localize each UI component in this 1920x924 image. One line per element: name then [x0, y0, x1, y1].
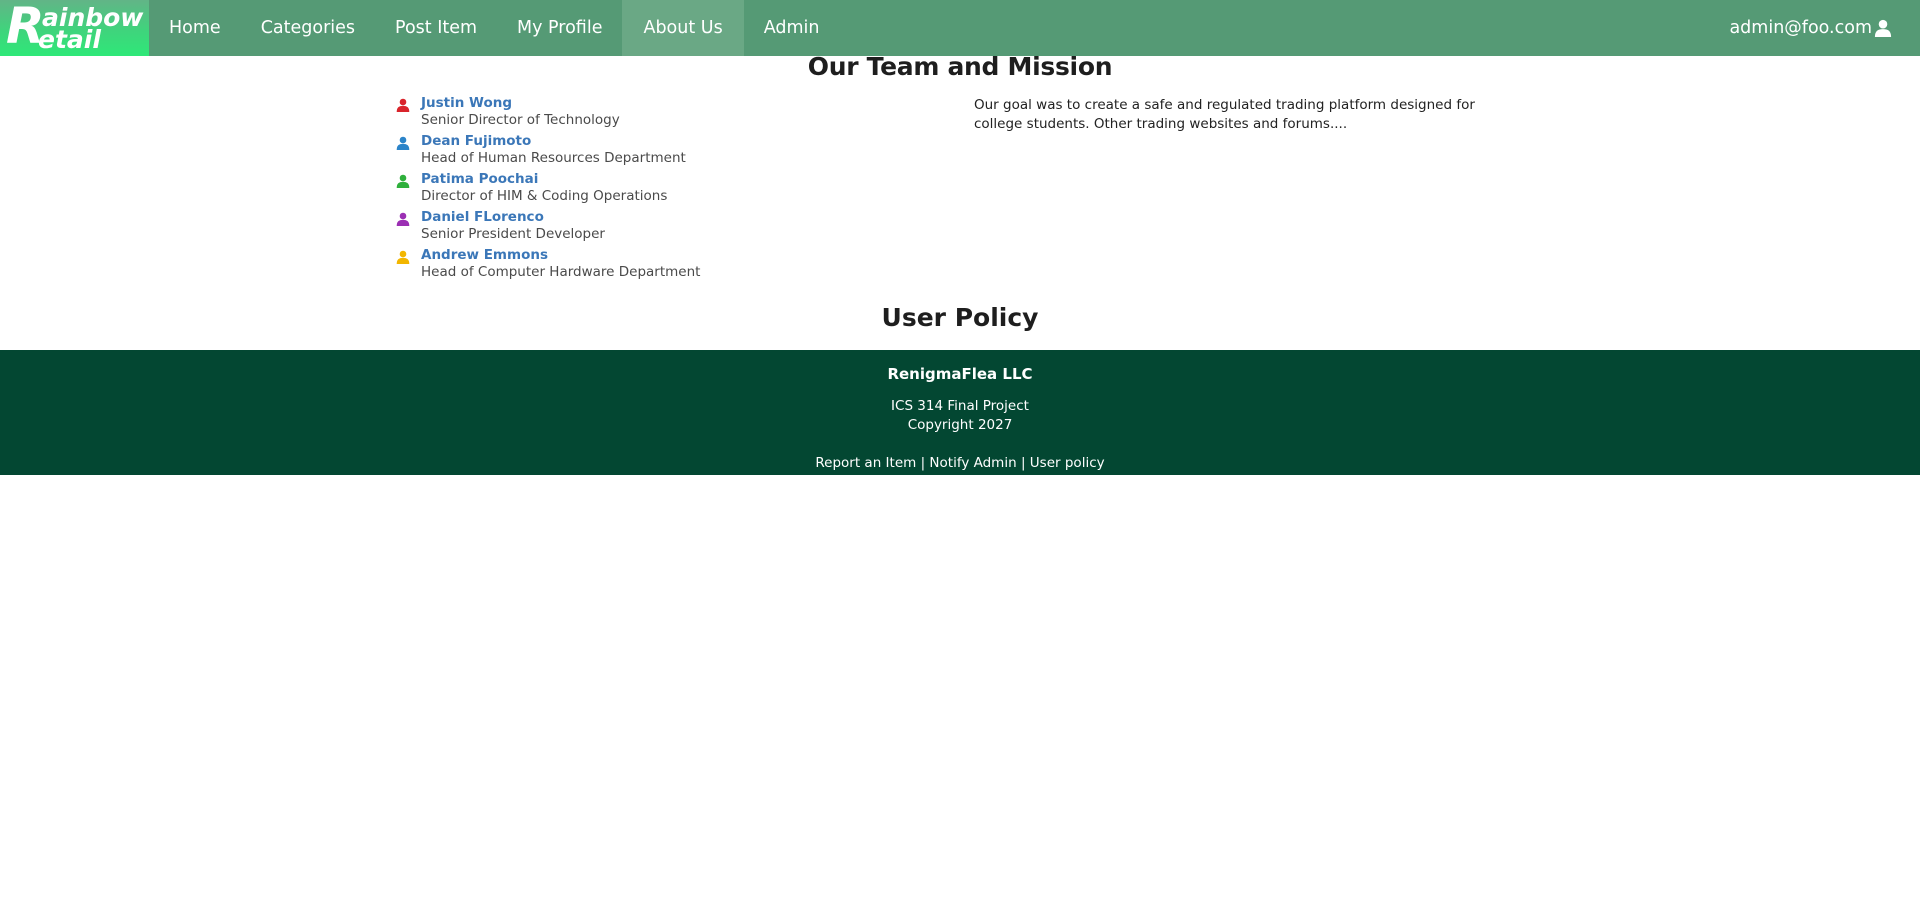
team-member-role: Director of HIM & Coding Operations	[421, 188, 668, 204]
user-icon	[396, 98, 410, 112]
team-member-role: Head of Human Resources Department	[421, 150, 686, 166]
footer-separator: |	[916, 455, 930, 471]
rainbow-retail-logo[interactable]: R ainbow etail	[0, 0, 149, 56]
top-navbar: R ainbow etail Home Categories Post Item…	[0, 0, 1920, 56]
nav-menu: Home Categories Post Item My Profile Abo…	[149, 0, 839, 56]
footer: RenigmaFlea LLC ICS 314 Final Project Co…	[0, 350, 1920, 475]
user-policy-link[interactable]: User policy	[1030, 455, 1105, 471]
footer-project: ICS 314 Final Project	[891, 398, 1029, 414]
user-email: admin@foo.com	[1729, 18, 1872, 38]
team-member-name[interactable]: Andrew Emmons	[421, 247, 548, 263]
page-title: Our Team and Mission	[807, 52, 1113, 81]
nav-categories[interactable]: Categories	[241, 0, 375, 56]
team-member-name[interactable]: Patima Poochai	[421, 171, 538, 187]
nav-home[interactable]: Home	[149, 0, 241, 56]
report-item-link[interactable]: Report an Item	[815, 455, 916, 471]
team-member-name[interactable]: Dean Fujimoto	[421, 133, 531, 149]
team-member-role: Head of Computer Hardware Department	[421, 264, 701, 280]
nav-admin[interactable]: Admin	[744, 0, 840, 56]
footer-copyright: Copyright 2027	[907, 417, 1013, 433]
footer-separator: |	[1016, 455, 1030, 471]
user-policy-title: User Policy	[881, 303, 1039, 332]
team-member-role: Senior Director of Technology	[421, 112, 620, 128]
user-icon	[396, 136, 410, 150]
nav-post-item[interactable]: Post Item	[375, 0, 497, 56]
nav-about-us[interactable]: About Us	[622, 0, 744, 56]
user-menu[interactable]: admin@foo.com	[1729, 0, 1920, 56]
logo-line2: etail	[38, 25, 101, 54]
footer-links: Report an Item | Notify Admin | User pol…	[0, 455, 1920, 471]
user-icon	[396, 250, 410, 264]
team-member-role: Senior President Developer	[421, 226, 605, 242]
user-icon	[396, 174, 410, 188]
mission-text: Our goal was to create a safe and regula…	[974, 97, 1475, 132]
notify-admin-link[interactable]: Notify Admin	[929, 455, 1016, 471]
nav-my-profile[interactable]: My Profile	[497, 0, 622, 56]
user-icon	[1874, 19, 1892, 37]
user-icon	[396, 212, 410, 226]
footer-company: RenigmaFlea LLC	[887, 365, 1033, 383]
team-member-name[interactable]: Justin Wong	[421, 95, 512, 111]
team-member-name[interactable]: Daniel FLorenco	[421, 209, 544, 225]
